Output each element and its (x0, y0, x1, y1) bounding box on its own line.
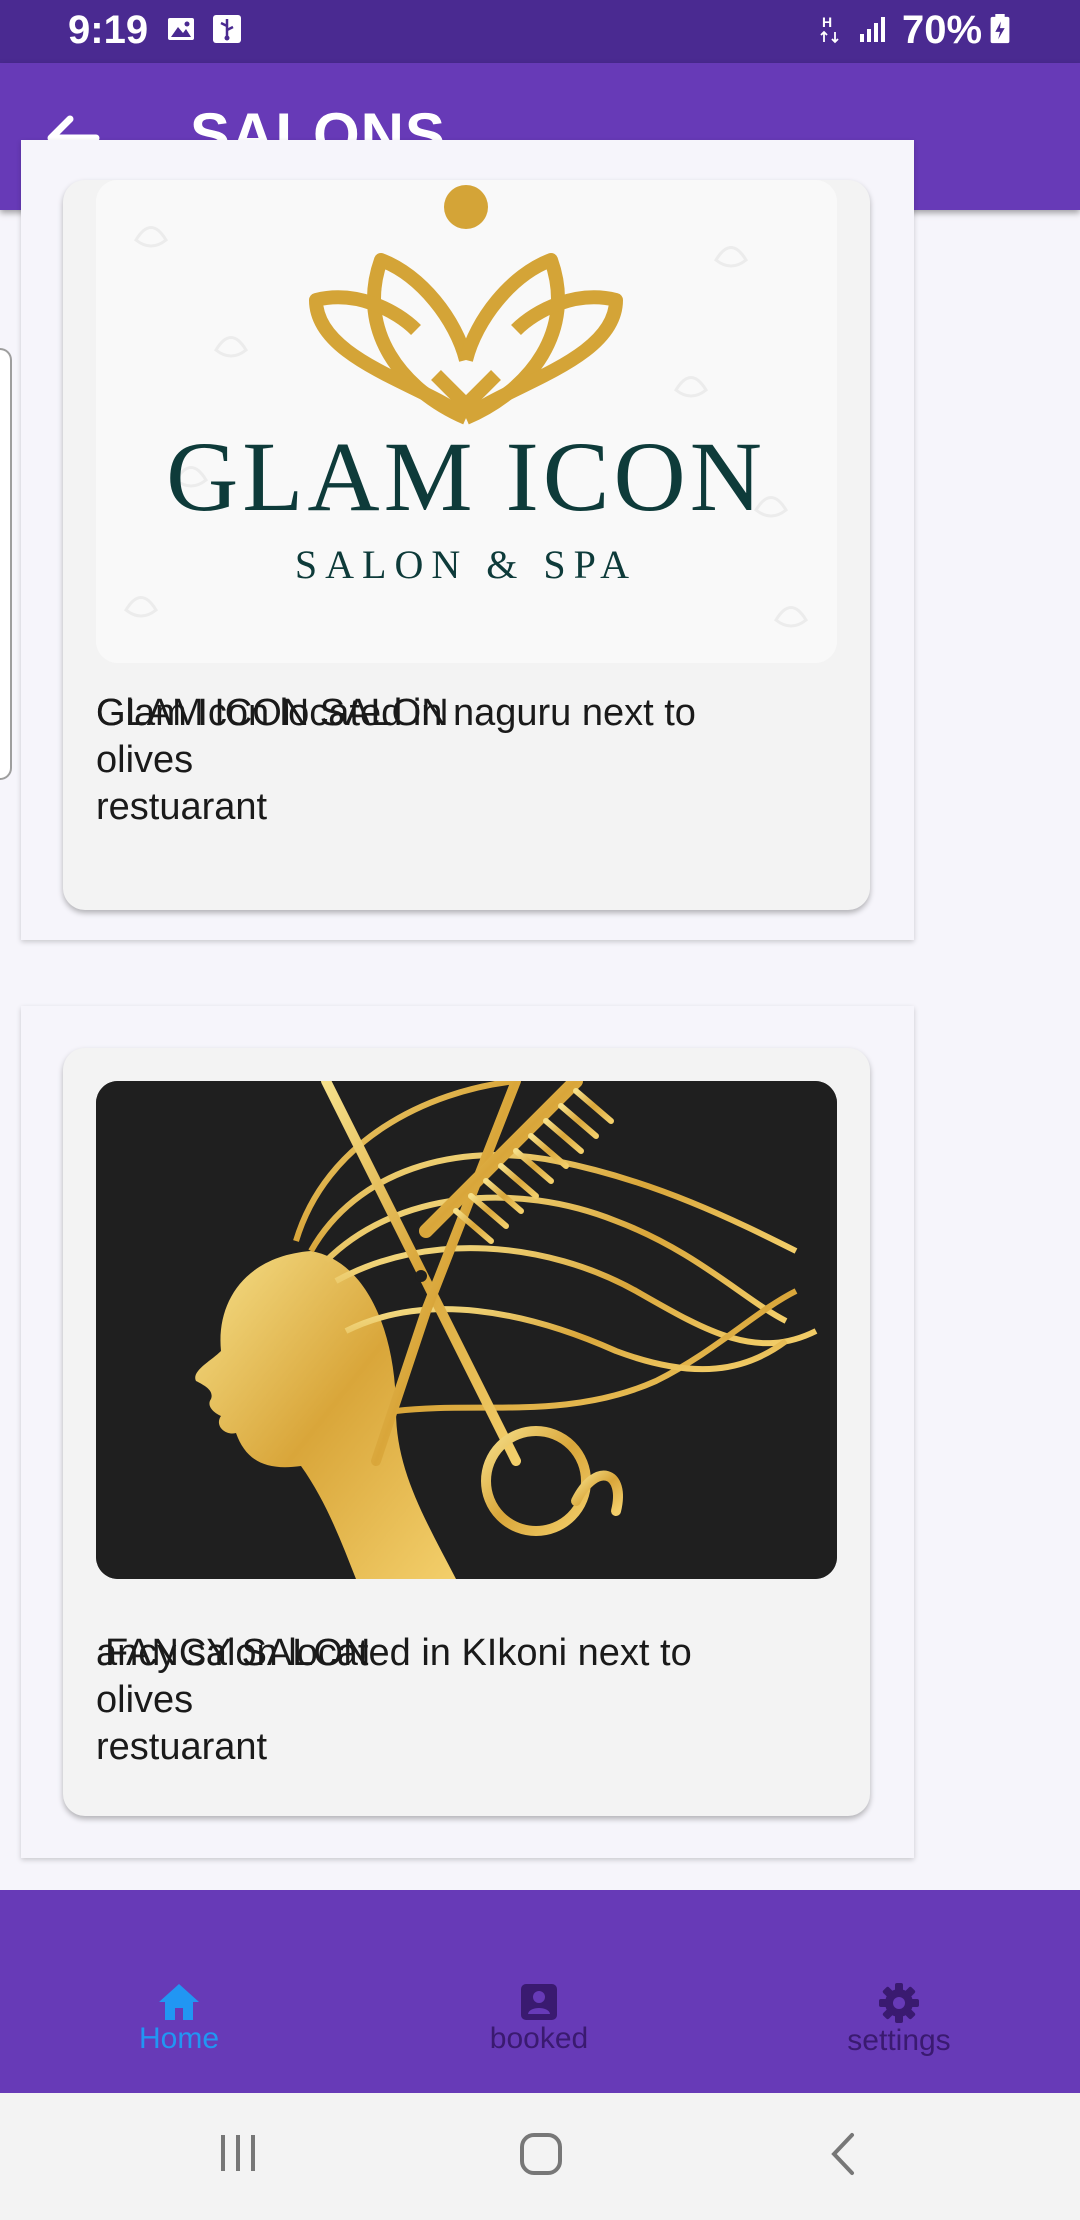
battery-charging-icon (990, 14, 1010, 44)
salon-description-line: Glam Icon located in naguru next to (96, 692, 696, 734)
back-button-icon[interactable] (826, 2131, 860, 2177)
home-button-icon[interactable] (518, 2131, 564, 2177)
salon-description-line: restuarant (96, 786, 268, 828)
bottom-navigation: Home booked settings (0, 1890, 1080, 2093)
salon-description-line: olives (96, 1679, 194, 1721)
status-time: 9:19 (68, 8, 149, 52)
svg-text:H: H (822, 14, 832, 30)
account-box-icon (521, 1984, 557, 2020)
recent-apps-icon[interactable] (218, 2131, 258, 2175)
nav-label-booked: booked (489, 2022, 589, 2055)
salon-description-line: restuarant (96, 1726, 268, 1768)
salon-logo-image: GLAM ICON SALON & SPA (96, 180, 837, 663)
logo-subtitle: SALON & SPA (295, 542, 637, 587)
system-navigation-bar (0, 2093, 1080, 2220)
battery-percent: 70% (902, 8, 983, 52)
salon-description: Glam Icon located in naguru next to oliv… (96, 690, 816, 831)
drawer-edge-handle[interactable] (0, 348, 12, 780)
salon-description: ancy salon located in KIkoni next to oli… (96, 1630, 816, 1771)
cell-signal-icon (860, 17, 885, 42)
salon-list-item: GLAM ICON SALON & SPA GLAM ICON SALON Gl… (21, 140, 914, 940)
glam-icon-logo: GLAM ICON SALON & SPA (96, 180, 837, 663)
salon-logo-image (96, 1081, 837, 1579)
status-bar: 9:19 H 70% (0, 0, 1080, 63)
nav-item-home[interactable]: Home (79, 1982, 279, 2056)
nav-label-home: Home (138, 2022, 220, 2055)
home-icon (159, 1984, 199, 2020)
nav-item-settings[interactable]: settings (799, 1982, 999, 2058)
hplus-signal-icon: H (820, 14, 839, 44)
image-icon (168, 18, 194, 40)
salon-card[interactable]: FANCY SALON ancy salon located in KIkoni… (63, 1048, 870, 1816)
usb-icon (213, 15, 241, 43)
nav-item-booked[interactable]: booked (439, 1982, 639, 2056)
hair-scissors-logo (96, 1081, 837, 1579)
gear-icon (879, 1983, 919, 2023)
salon-list-item: FANCY SALON ancy salon located in KIkoni… (21, 1006, 914, 1858)
salon-description-line: ancy salon located in KIkoni next to (96, 1632, 692, 1674)
nav-label-settings: settings (847, 2024, 951, 2057)
logo-title: GLAM ICON (166, 421, 766, 532)
salon-card[interactable]: GLAM ICON SALON & SPA GLAM ICON SALON Gl… (63, 180, 870, 910)
salon-description-line: olives (96, 739, 194, 781)
